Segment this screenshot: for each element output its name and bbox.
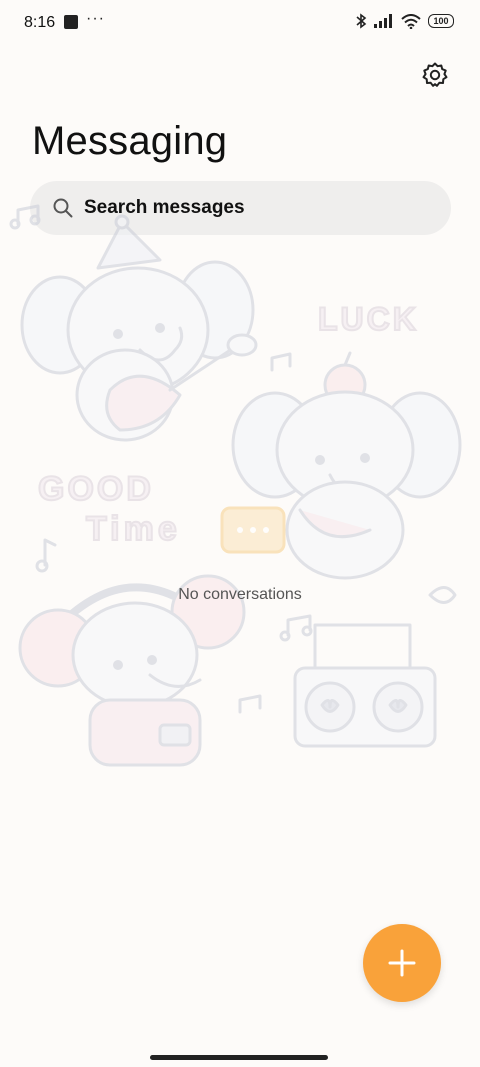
gear-icon — [422, 62, 448, 87]
signal-icon — [374, 14, 392, 28]
music-note-icon — [238, 694, 262, 714]
wifi-icon — [401, 13, 421, 29]
illustration-good-text: GOOD — [38, 470, 154, 508]
plus-icon — [388, 949, 416, 977]
background-illustration: LUCK GOOD Time — [9, 204, 462, 767]
status-bar: 8:16 ··· 100 — [0, 0, 480, 46]
settings-button[interactable] — [418, 58, 452, 92]
battery-icon: 100 — [428, 14, 454, 28]
music-note-icon — [286, 614, 312, 637]
notification-icon — [64, 15, 78, 29]
status-time: 8:16 — [24, 14, 56, 31]
party-hat-icon — [96, 220, 162, 270]
music-note-icon — [43, 538, 57, 567]
empty-state-text: No conversations — [178, 586, 302, 603]
page-title: Messaging — [32, 119, 228, 163]
more-notifications-icon: ··· — [86, 10, 105, 27]
home-indicator[interactable] — [150, 1055, 328, 1060]
status-icons: 100 — [355, 13, 454, 29]
bluetooth-icon — [356, 13, 367, 29]
new-message-button[interactable] — [363, 924, 441, 1002]
illustration-time-text: Time — [86, 510, 181, 548]
music-note-icon — [270, 352, 292, 372]
illustration-luck-text: LUCK — [318, 301, 419, 337]
